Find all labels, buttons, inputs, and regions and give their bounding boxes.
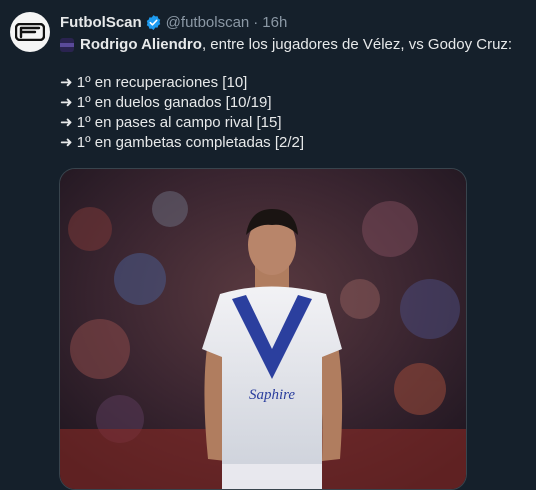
stat-line: ➜ 1º en gambetas completadas [2/2]: [60, 134, 305, 151]
flag-emoji-icon: [60, 38, 74, 52]
account-handle[interactable]: @futbolscan: [166, 14, 250, 31]
intro-line: Rodrigo Aliendro , entre los jugadores d…: [60, 35, 530, 55]
tweet-photo[interactable]: Saphire: [59, 168, 467, 490]
jersey-sponsor: Saphire: [249, 387, 295, 403]
futbolscan-logo-icon: [15, 23, 45, 41]
player-name: Rodrigo Aliendro: [80, 36, 202, 53]
separator-dot: ·: [253, 13, 259, 31]
tweet-text: Rodrigo Aliendro , entre los jugadores d…: [60, 35, 530, 153]
display-name[interactable]: FutbolScan: [60, 14, 142, 31]
stat-line: ➜ 1º en pases al campo rival [15]: [60, 114, 282, 131]
stat-line: ➜ 1º en duelos ganados [10/19]: [60, 94, 272, 111]
verified-badge-icon: [145, 14, 162, 31]
avatar[interactable]: [10, 12, 50, 52]
timestamp[interactable]: 16h: [262, 14, 287, 31]
intro-text: , entre los jugadores de Vélez, vs Godoy…: [201, 36, 513, 53]
tweet-header: FutbolScan @futbolscan · 16h: [60, 11, 287, 33]
player-photo: Saphire: [60, 169, 466, 489]
stat-line: ➜ 1º en recuperaciones [10]: [60, 74, 248, 91]
